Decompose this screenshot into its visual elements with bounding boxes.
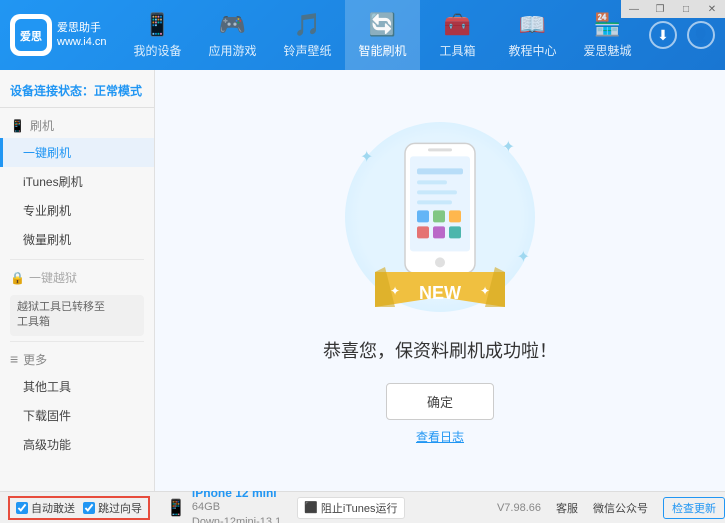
sidebar-separator-2 [10, 341, 144, 342]
customer-service-link[interactable]: 客服 [556, 500, 578, 516]
nav-ringtones-label: 铃声壁纸 [283, 42, 331, 59]
sidebar-notice: 越狱工具已转移至工具箱 [10, 295, 144, 336]
more-section-label: 更多 [23, 351, 47, 368]
nav-ringtones[interactable]: 🎵 铃声壁纸 [270, 0, 345, 70]
flash-section-label: 刷机 [30, 117, 54, 134]
maximize-button[interactable]: □ [673, 0, 699, 18]
main-body: 设备连接状态：正常模式 📱 刷机 一键刷机 iTunes刷机 专业刷机 微量刷机… [0, 70, 725, 491]
nav-tutorial[interactable]: 📖 教程中心 [495, 0, 570, 70]
sidebar-section-flash: 📱 刷机 [0, 113, 154, 138]
content-area: ✦ ✦ ✦ [155, 70, 725, 491]
nav-my-device[interactable]: 📱 我的设备 [120, 0, 195, 70]
success-message: 恭喜您，保资料刷机成功啦！ [323, 337, 557, 363]
version-text: V7.98.66 [497, 502, 541, 514]
header: 爱思 爱思助手 www.i4.cn 📱 我的设备 🎮 应用游戏 🎵 铃声壁纸 [0, 0, 725, 70]
device-status: 设备连接状态：正常模式 [0, 78, 154, 108]
sidebar-item-itunes-flash[interactable]: iTunes刷机 [0, 167, 154, 196]
skip-wizard-checkbox[interactable]: 跳过向导 [83, 500, 142, 516]
skip-wizard-label: 跳过向导 [98, 500, 142, 516]
svg-text:✦: ✦ [480, 284, 490, 298]
download-button[interactable]: ⬇ [649, 21, 677, 49]
nav-items: 📱 我的设备 🎮 应用游戏 🎵 铃声壁纸 🔄 智能刷机 🧰 工具箱 📖 [120, 0, 645, 70]
sidebar-item-other-tools[interactable]: 其他工具 [0, 372, 154, 401]
status-label: 设备连接状态： [10, 84, 94, 98]
new-badge: ✦ ✦ NEW [375, 257, 505, 307]
logo-text: 爱思助手 www.i4.cn [57, 21, 107, 50]
sidebar-item-advanced[interactable]: 高级功能 [0, 430, 154, 459]
auto-start-label: 自动敢送 [31, 500, 75, 516]
svg-text:爱思: 爱思 [20, 30, 42, 43]
sidebar-section-more: ≡ 更多 [0, 347, 154, 372]
nav-smart-store[interactable]: 🔄 智能刷机 [345, 0, 420, 70]
window-controls: — ❐ □ ✕ [621, 0, 725, 18]
nav-toolbox[interactable]: 🧰 工具箱 [420, 0, 495, 70]
more-section-icon: ≡ [10, 351, 18, 367]
device-model: Down-12mini-13,1 [192, 515, 281, 523]
apps-games-icon: 🎮 [219, 12, 246, 38]
user-button[interactable]: 👤 [687, 21, 715, 49]
stop-itunes-button[interactable]: ⬛ 阻止iTunes运行 [297, 497, 404, 519]
logo-area: 爱思 爱思助手 www.i4.cn [10, 14, 120, 56]
skip-wizard-input[interactable] [83, 502, 95, 514]
nav-my-device-label: 我的设备 [133, 42, 181, 59]
phone-illustration: ✦ ✦ ✦ [330, 117, 550, 317]
nav-fan-city-label: 爱思魅城 [583, 42, 631, 59]
svg-text:NEW: NEW [419, 282, 461, 302]
tutorial-icon: 📖 [519, 12, 546, 38]
device-section: 📱 iPhone 12 mini 64GB Down-12mini-13,1 [158, 486, 289, 523]
sparkle-3: ✦ [517, 247, 530, 267]
close-button[interactable]: ✕ [699, 0, 725, 18]
nav-tutorial-label: 教程中心 [508, 42, 556, 59]
ringtones-icon: 🎵 [294, 12, 321, 38]
device-storage: 64GB [192, 500, 281, 514]
retry-link[interactable]: 查看日志 [416, 428, 464, 445]
lock-icon: 🔒 [10, 271, 25, 285]
minimize-button[interactable]: — [621, 0, 647, 18]
check-update-button[interactable]: 检查更新 [663, 497, 725, 519]
device-phone-icon: 📱 [166, 498, 186, 518]
logo-icon: 爱思 [10, 14, 52, 56]
nav-apps-games-label: 应用游戏 [208, 42, 256, 59]
auto-start-input[interactable] [16, 502, 28, 514]
sidebar-locked-jailbreak: 🔒 一键越狱 [0, 265, 154, 290]
svg-text:✦: ✦ [390, 284, 400, 298]
bottom-bar: 自动敢送 跳过向导 📱 iPhone 12 mini 64GB Down-12m… [0, 491, 725, 523]
nav-toolbox-label: 工具箱 [439, 42, 475, 59]
sidebar-separator-1 [10, 259, 144, 260]
stop-itunes-section: ⬛ 阻止iTunes运行 [297, 497, 404, 519]
wechat-public-link[interactable]: 微信公众号 [593, 500, 648, 516]
sidebar-item-one-click-flash[interactable]: 一键刷机 [0, 138, 154, 167]
bottom-right: V7.98.66 客服 微信公众号 检查更新 [497, 497, 725, 519]
sidebar-item-micro-flash[interactable]: 微量刷机 [0, 225, 154, 254]
flash-section-icon: 📱 [10, 119, 25, 133]
locked-label: 一键越狱 [29, 269, 77, 286]
my-device-icon: 📱 [144, 12, 171, 38]
auto-start-checkbox[interactable]: 自动敢送 [16, 500, 75, 516]
toolbox-icon: 🧰 [444, 12, 471, 38]
checkbox-group: 自动敢送 跳过向导 [8, 496, 150, 520]
sidebar: 设备连接状态：正常模式 📱 刷机 一键刷机 iTunes刷机 专业刷机 微量刷机… [0, 70, 155, 491]
sidebar-item-pro-flash[interactable]: 专业刷机 [0, 196, 154, 225]
smart-store-icon: 🔄 [369, 12, 396, 38]
status-value: 正常模式 [94, 84, 142, 98]
sparkle-2: ✦ [502, 137, 515, 157]
nav-smart-store-label: 智能刷机 [358, 42, 406, 59]
restore-button[interactable]: ❐ [647, 0, 673, 18]
device-info-block: iPhone 12 mini 64GB Down-12mini-13,1 [192, 486, 281, 523]
header-right: ⬇ 👤 [645, 21, 715, 49]
sparkle-1: ✦ [360, 147, 373, 167]
sidebar-item-download-firmware[interactable]: 下载固件 [0, 401, 154, 430]
nav-apps-games[interactable]: 🎮 应用游戏 [195, 0, 270, 70]
notice-text: 越狱工具已转移至工具箱 [17, 301, 105, 328]
stop-itunes-icon: ⬛ [304, 501, 318, 514]
stop-itunes-label: 阻止iTunes运行 [321, 500, 398, 516]
fan-city-icon: 🏪 [594, 12, 621, 38]
confirm-button[interactable]: 确定 [386, 383, 494, 420]
